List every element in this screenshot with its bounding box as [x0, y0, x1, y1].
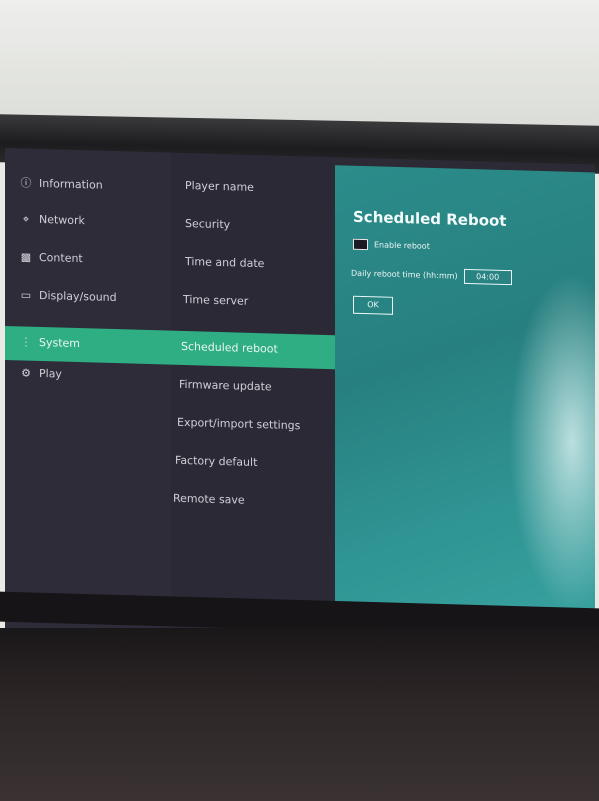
submenu-item-security[interactable]: Security	[185, 217, 230, 231]
daily-reboot-row: Daily reboot time (hh:mm) 04:00	[351, 266, 512, 286]
play-icon: ⚙	[21, 366, 31, 380]
submenu-item-label: Time server	[183, 292, 249, 308]
daily-reboot-label: Daily reboot time (hh:mm)	[351, 268, 458, 281]
submenu-item-remote-save[interactable]: Remote save	[173, 492, 245, 507]
sidebar-item-label: Information	[39, 176, 103, 192]
submenu-item-label: Remote save	[173, 491, 245, 507]
sidebar-item-content[interactable]: ▩ Content	[19, 250, 83, 265]
room-below-screen	[0, 628, 599, 801]
ok-button[interactable]: OK	[353, 295, 393, 315]
submenu-item-player-name[interactable]: Player name	[185, 179, 254, 194]
sidebar-item-information[interactable]: ⓘ Information	[19, 174, 103, 192]
system-icon: ⋮	[20, 335, 32, 349]
sidebar-item-label: System	[39, 335, 81, 351]
submenu-item-firmware-update[interactable]: Firmware update	[179, 378, 272, 394]
enable-reboot-checkbox[interactable]	[353, 238, 368, 251]
sidebar-item-network[interactable]: ⌖ Network	[19, 212, 85, 228]
sidebar-item-system[interactable]: ⋮ System	[19, 335, 81, 351]
sidebar-item-label: Content	[39, 250, 83, 266]
info-icon: ⓘ	[20, 176, 32, 190]
storage-icon: ▩	[20, 250, 32, 264]
screen-glare	[509, 270, 595, 613]
submenu-item-time-server[interactable]: Time server	[183, 293, 248, 308]
submenu-item-label: Firmware update	[179, 377, 272, 394]
network-icon: ⌖	[22, 212, 30, 226]
sidebar-item-display-sound[interactable]: ▭ Display/sound	[19, 288, 117, 304]
submenu-item-factory-default[interactable]: Factory default	[175, 454, 257, 469]
sidebar-item-label: Network	[39, 212, 85, 228]
reboot-time-input[interactable]: 04:00	[463, 268, 512, 286]
sidebar-item-label: Play	[39, 366, 62, 381]
submenu-item-label: Time and date	[185, 255, 265, 271]
monitor-icon: ▭	[20, 288, 32, 302]
tv-screen: ⓘ Information ⌖ Network ▩ Content ▭ Display/…	[5, 148, 595, 645]
submenu-item-label: Security	[185, 217, 231, 232]
sidebar-item-label: Display/sound	[39, 288, 117, 305]
sidebar-item-play[interactable]: ⚙ Play	[19, 366, 62, 380]
enable-reboot-label: Enable reboot	[374, 240, 430, 251]
submenu-item-time-and-date[interactable]: Time and date	[185, 255, 264, 270]
submenu-item-scheduled-reboot[interactable]: Scheduled reboot	[181, 340, 278, 356]
submenu-item-label: Player name	[185, 179, 254, 194]
detail-panel: Scheduled Reboot Enable reboot Daily reb…	[335, 165, 595, 638]
submenu-item-label: Factory default	[175, 453, 258, 470]
submenu-item-label: Scheduled reboot	[181, 339, 278, 356]
enable-reboot-row: Enable reboot	[353, 238, 430, 252]
page-title: Scheduled Reboot	[353, 207, 507, 231]
